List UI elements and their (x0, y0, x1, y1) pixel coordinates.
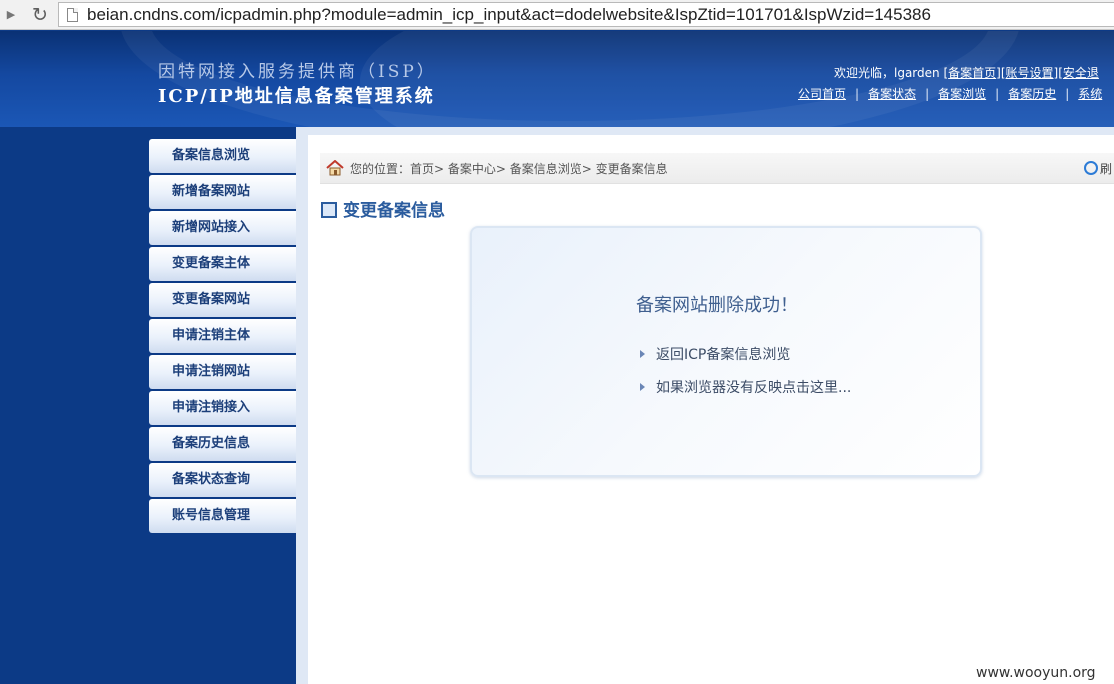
sidebar-menu: 备案信息浏览 新增备案网站 新增网站接入 变更备案主体 变更备案网站 申请注销主… (149, 139, 296, 535)
sidebar-item-history[interactable]: 备案历史信息 (149, 427, 296, 461)
triangle-right-icon (640, 350, 645, 358)
watermark: www.wooyun.org (976, 665, 1096, 681)
link-account-settings[interactable]: 账号设置 (1006, 66, 1054, 80)
success-message: 备案网站删除成功！ (636, 295, 798, 316)
redirect-link[interactable]: 如果浏览器没有反映点击这里... (640, 377, 851, 397)
page-title-text: 变更备案信息 (343, 201, 445, 221)
home-icon (326, 160, 344, 176)
refresh-icon (1084, 161, 1098, 175)
sidebar-item-browse[interactable]: 备案信息浏览 (149, 139, 296, 173)
brand-title: ICP/IP地址信息备案管理系统 (158, 86, 435, 107)
site-header: 因特网接入服务提供商（ISP） ICP/IP地址信息备案管理系统 欢迎光临，lg… (0, 31, 1114, 127)
address-bar[interactable]: beian.cndns.com/icpadmin.php?module=admi… (58, 2, 1114, 27)
topnav-browse[interactable]: 备案浏览 (938, 87, 986, 101)
main-content: 您的位置：首页> 备案中心> 备案信息浏览> 变更备案信息 刷 变更备案信息 备… (296, 127, 1114, 684)
breadcrumb: 您的位置：首页> 备案中心> 备案信息浏览> 变更备案信息 (350, 162, 668, 176)
link-logout[interactable]: 安全退 (1063, 66, 1099, 80)
topnav-system[interactable]: 系统 (1078, 87, 1102, 101)
topnav-company-home[interactable]: 公司首页 (798, 87, 846, 101)
sidebar-item-change-entity[interactable]: 变更备案主体 (149, 247, 296, 281)
topnav-history[interactable]: 备案历史 (1008, 87, 1056, 101)
triangle-right-icon (640, 383, 645, 391)
refresh-button[interactable]: 刷 (1084, 160, 1112, 177)
sidebar-item-account[interactable]: 账号信息管理 (149, 499, 296, 533)
sidebar-item-cancel-website[interactable]: 申请注销网站 (149, 355, 296, 389)
url-text[interactable]: beian.cndns.com/icpadmin.php?module=admi… (87, 5, 931, 25)
sidebar-item-add-website[interactable]: 新增备案网站 (149, 175, 296, 209)
redirect-link-label[interactable]: 如果浏览器没有反映点击这里... (656, 380, 851, 396)
refresh-label: 刷 (1100, 162, 1113, 176)
sidebar-item-cancel-entity[interactable]: 申请注销主体 (149, 319, 296, 353)
return-link-label[interactable]: 返回ICP备案信息浏览 (656, 347, 790, 363)
window-icon (321, 202, 337, 218)
top-nav: 公司首页 | 备案状态 | 备案浏览 | 备案历史 | 系统 (798, 87, 1103, 101)
page-title: 变更备案信息 (321, 196, 445, 221)
message-box: 备案网站删除成功！ 返回ICP备案信息浏览 如果浏览器没有反映点击这里... (470, 226, 982, 477)
return-link[interactable]: 返回ICP备案信息浏览 (640, 344, 790, 364)
breadcrumb-bar: 您的位置：首页> 备案中心> 备案信息浏览> 变更备案信息 刷 (320, 153, 1114, 184)
sidebar-item-add-access[interactable]: 新增网站接入 (149, 211, 296, 245)
topnav-status[interactable]: 备案状态 (868, 87, 916, 101)
welcome-text: 欢迎光临，lgarden [ (834, 66, 949, 80)
reload-icon[interactable]: ↻ (30, 5, 50, 25)
welcome-bar: 欢迎光临，lgarden [备案首页][账号设置][安全退 (834, 66, 1099, 80)
sidebar-item-status-query[interactable]: 备案状态查询 (149, 463, 296, 497)
sidebar-item-change-website[interactable]: 变更备案网站 (149, 283, 296, 317)
sidebar-item-cancel-access[interactable]: 申请注销接入 (149, 391, 296, 425)
brand-subtitle: 因特网接入服务提供商（ISP） (158, 62, 437, 82)
forward-icon[interactable]: ▶ (4, 5, 18, 25)
browser-toolbar: ▶ ↻ beian.cndns.com/icpadmin.php?module=… (0, 0, 1114, 30)
sidebar: 备案信息浏览 新增备案网站 新增网站接入 变更备案主体 变更备案网站 申请注销主… (0, 127, 296, 684)
page-icon (67, 8, 78, 22)
link-backup-home[interactable]: 备案首页 (948, 66, 996, 80)
